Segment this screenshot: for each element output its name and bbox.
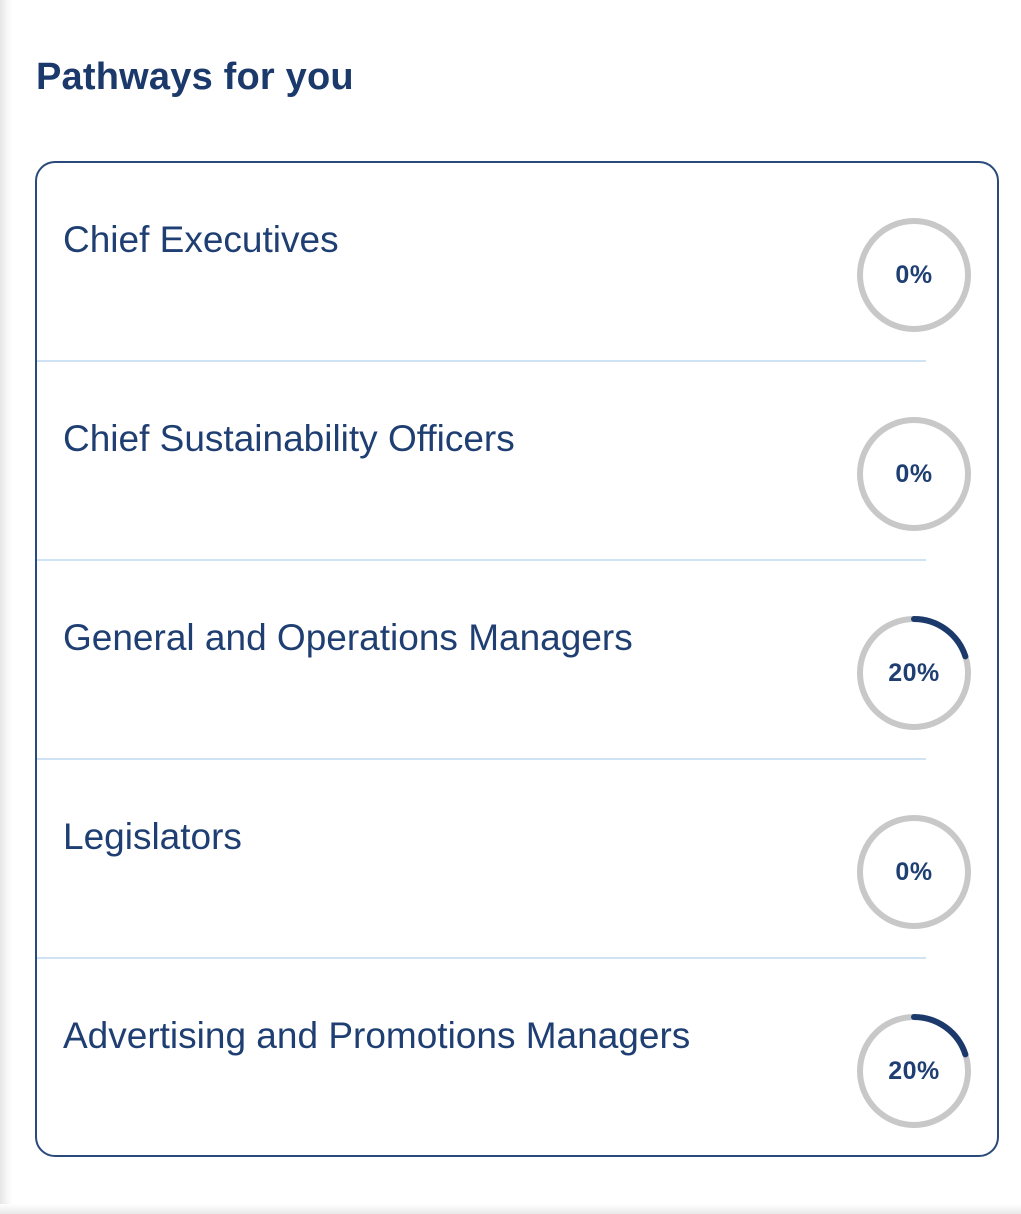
panel-bottom-shadow bbox=[0, 1204, 1021, 1214]
pathway-item-chief-executives[interactable]: Chief Executives 0% bbox=[37, 163, 997, 362]
pathway-item-chief-sustainability-officers[interactable]: Chief Sustainability Officers 0% bbox=[37, 362, 997, 561]
pathway-item-legislators[interactable]: Legislators 0% bbox=[37, 760, 997, 959]
pathways-panel: Pathways for you Chief Executives 0% Chi… bbox=[0, 0, 1021, 1214]
pathway-title: Chief Executives bbox=[63, 219, 339, 260]
progress-percent: 20% bbox=[888, 1057, 940, 1085]
pathway-item-advertising-and-promotions-managers[interactable]: Advertising and Promotions Managers 20% bbox=[37, 959, 997, 1155]
progress-ring: 0% bbox=[854, 414, 974, 534]
pathway-title: General and Operations Managers bbox=[63, 617, 633, 658]
pathways-list: Chief Executives 0% Chief Sustainability… bbox=[35, 161, 999, 1157]
progress-percent: 0% bbox=[895, 460, 933, 488]
progress-percent: 0% bbox=[895, 858, 933, 886]
progress-ring: 0% bbox=[854, 812, 974, 932]
progress-percent: 20% bbox=[888, 659, 940, 687]
pathway-title: Chief Sustainability Officers bbox=[63, 418, 515, 459]
pathway-title: Advertising and Promotions Managers bbox=[63, 1015, 691, 1056]
progress-percent: 0% bbox=[895, 261, 933, 289]
progress-ring: 0% bbox=[854, 215, 974, 335]
progress-ring: 20% bbox=[854, 1011, 974, 1131]
progress-ring: 20% bbox=[854, 613, 974, 733]
pathway-title: Legislators bbox=[63, 816, 242, 857]
pathway-item-general-and-operations-managers[interactable]: General and Operations Managers 20% bbox=[37, 561, 997, 760]
panel-title: Pathways for you bbox=[36, 56, 354, 98]
